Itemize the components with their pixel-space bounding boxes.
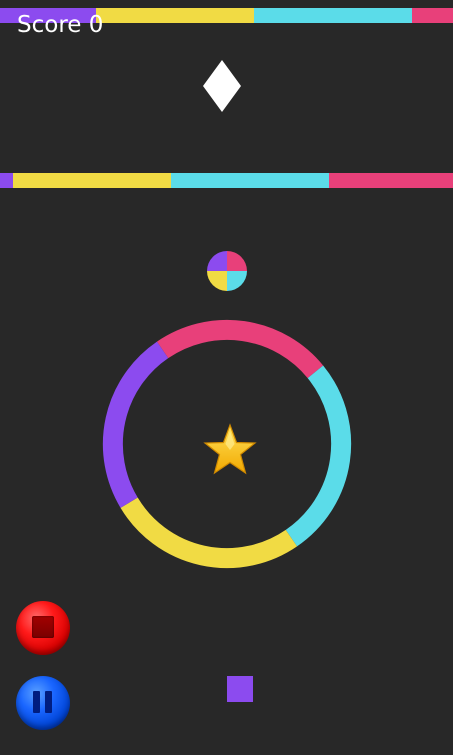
- bar-segment-pink: [329, 173, 453, 188]
- bar-segment-purple: [0, 173, 13, 188]
- bar-segment-pink: [412, 8, 453, 23]
- star-icon: [203, 423, 257, 475]
- bar-segment-yellow: [96, 8, 254, 23]
- pause-icon: [33, 691, 40, 713]
- switcher-quadrant-yellow: [207, 271, 227, 291]
- diamond-icon: [203, 60, 241, 112]
- switcher-quadrant-cyan: [227, 271, 247, 291]
- color-bar-middle: [0, 173, 453, 188]
- pause-button[interactable]: [16, 676, 70, 730]
- bar-segment-yellow: [13, 173, 171, 188]
- color-switcher-icon: [207, 251, 247, 291]
- pause-icon-bar: [45, 691, 52, 713]
- score-label: Score 0: [17, 12, 104, 38]
- stop-button[interactable]: [16, 601, 70, 655]
- switcher-quadrant-pink: [227, 251, 247, 271]
- bar-segment-cyan: [254, 8, 412, 23]
- bar-segment-cyan: [171, 173, 329, 188]
- player-square: [227, 676, 253, 702]
- game-canvas[interactable]: Score 0: [0, 0, 453, 755]
- stop-icon: [32, 616, 54, 638]
- switcher-quadrant-purple: [207, 251, 227, 271]
- ring-segment-yellow: [120, 497, 298, 569]
- ring-segment-pink: [156, 319, 324, 379]
- ring-segment-cyan: [285, 365, 352, 547]
- ring-segment-purple: [102, 341, 169, 508]
